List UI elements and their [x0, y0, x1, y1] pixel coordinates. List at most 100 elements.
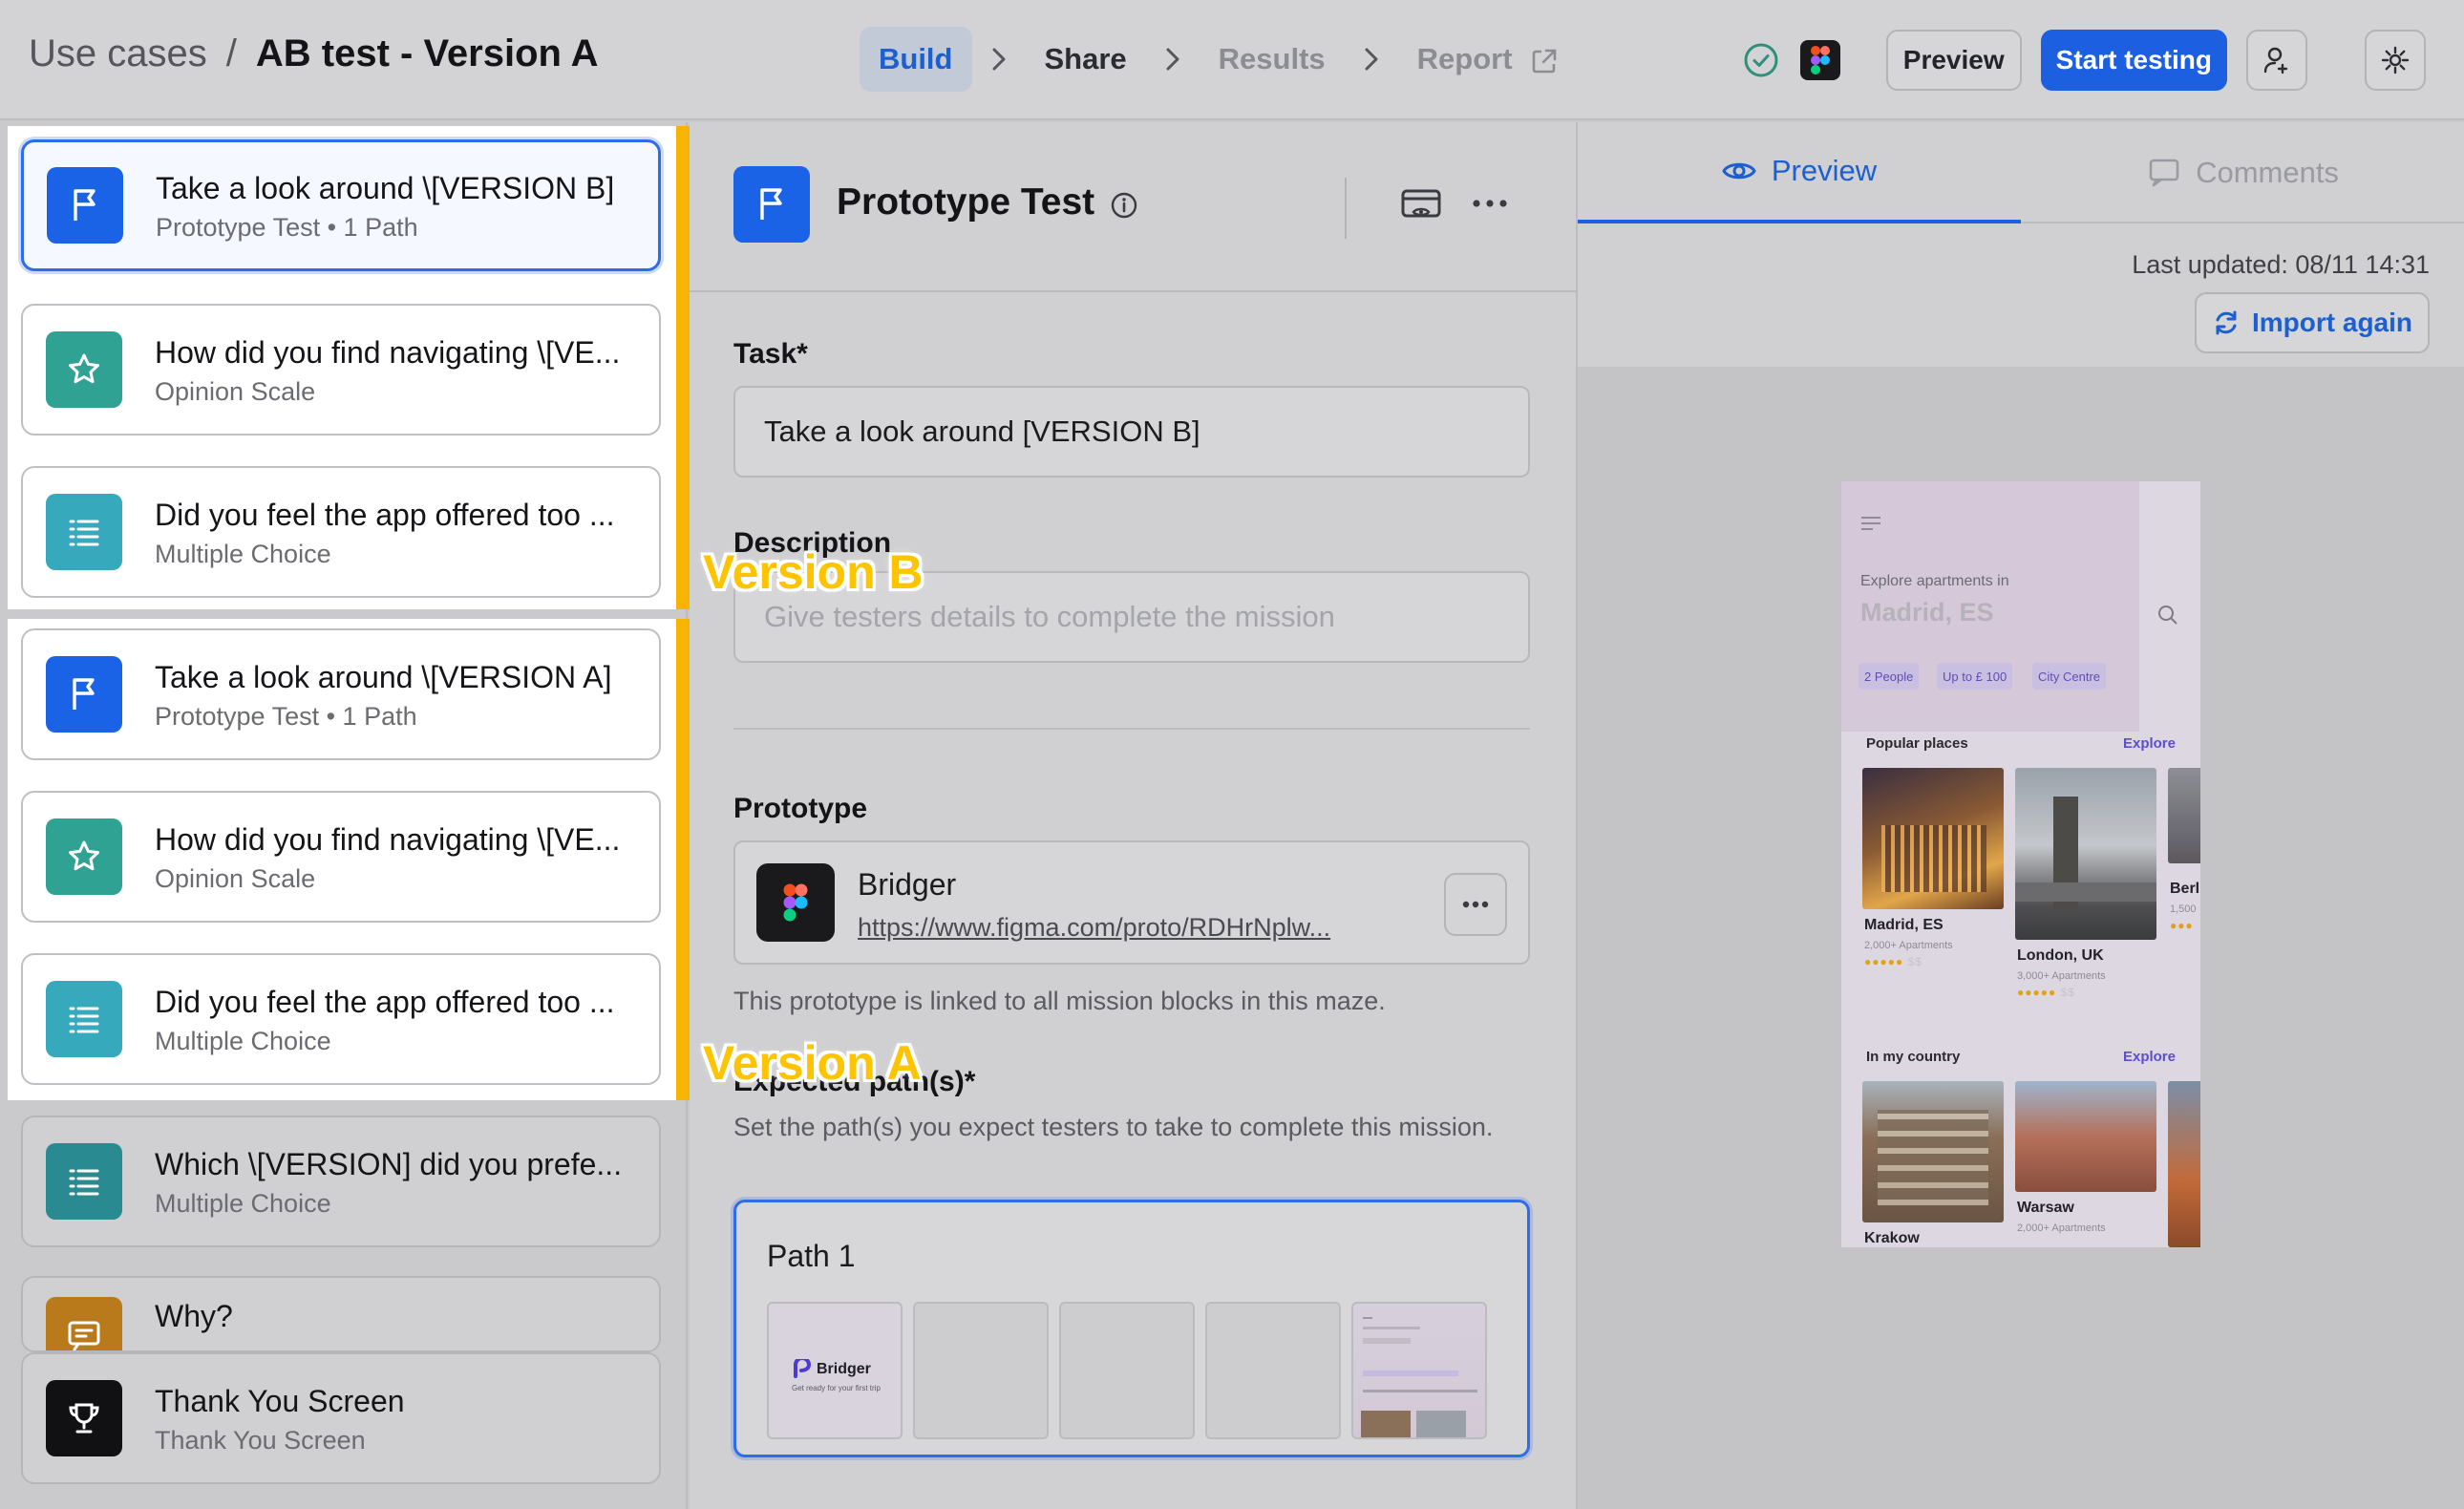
preview-button[interactable]: Preview [1885, 30, 2022, 91]
add-user-button[interactable] [2246, 30, 2307, 91]
prototype-name: Bridger [858, 867, 957, 902]
import-again-label: Import again [2251, 308, 2412, 337]
trophy-icon [46, 1380, 122, 1456]
flag-icon [47, 167, 123, 244]
thumb-tagline: Get ready for your first trip [792, 1384, 881, 1392]
editor-title: Prototype Test [837, 181, 1095, 223]
block-card[interactable]: Which \[VERSION] did you prefe... Multipl… [21, 1116, 661, 1247]
block-card[interactable]: Did you feel the app offered too ... Mult… [21, 466, 661, 598]
block-title: Did you feel the app offered too ... [155, 497, 615, 532]
block-card[interactable]: Did you feel the app offered too ... Mult… [21, 953, 661, 1085]
path-screen-thumbnail[interactable]: Bridger Get ready for your first trip [767, 1302, 903, 1439]
editor-header: Prototype Test [690, 122, 1576, 292]
prototype-screen-preview[interactable]: Explore apartments in Madrid, ES 2 Peopl… [1841, 481, 2200, 1247]
block-card[interactable]: Why? [21, 1276, 661, 1352]
screen-preview-icon[interactable] [1400, 187, 1442, 230]
settings-button[interactable] [2365, 30, 2426, 91]
breadcrumb-current: AB test - Version A [255, 32, 599, 74]
figma-icon[interactable] [1799, 40, 1840, 80]
block-card[interactable]: Thank You Screen Thank You Screen [21, 1352, 661, 1484]
chevron-right-icon [1146, 27, 1200, 92]
block-card[interactable]: How did you find navigating \[VE... Opini… [21, 791, 661, 923]
filter-chip: 2 People [1859, 663, 1920, 690]
list-icon [46, 981, 122, 1057]
step-share[interactable]: Share [1026, 27, 1146, 92]
info-icon[interactable] [1110, 191, 1138, 224]
breadcrumb-separator: / [225, 32, 237, 74]
preview-panel: Preview Comments Last updated: 08/11 14:… [1576, 122, 2464, 1509]
panel-tabs: Preview Comments [1578, 122, 2464, 223]
flag-icon [46, 656, 122, 733]
path-card[interactable]: Path 1 Bridger Get ready for your first … [733, 1200, 1530, 1457]
block-type: Multiple Choice [155, 1026, 331, 1055]
city-title: Madrid, ES [1860, 598, 1994, 627]
more-options-icon[interactable] [1471, 189, 1509, 223]
prototype-url[interactable]: https://www.figma.com/proto/RDHrNplw... [858, 913, 1373, 943]
breadcrumb-parent[interactable]: Use cases [29, 32, 207, 75]
preview-info: Last updated: 08/11 14:31 Import again [1578, 223, 2464, 367]
place-count: 2,000+ Apartments [1864, 940, 1953, 951]
path-screen-placeholder[interactable] [1205, 1302, 1341, 1439]
menu-icon [1363, 1317, 1372, 1319]
version-b-annotation: Version B [703, 545, 924, 599]
refresh-icon [2216, 310, 2237, 335]
step-results[interactable]: Results [1200, 27, 1345, 92]
tab-comments[interactable]: Comments [2021, 122, 2464, 223]
block-title: Why? [155, 1299, 233, 1333]
figma-icon [756, 863, 835, 942]
block-list: Take a look around \[VERSION B] Prototype… [0, 122, 695, 1509]
block-title: Thank You Screen [155, 1383, 405, 1418]
step-report[interactable]: Report [1398, 27, 1579, 92]
path-screen-placeholder[interactable] [1059, 1302, 1195, 1439]
path-screen-thumbnail[interactable] [1351, 1302, 1487, 1439]
task-input[interactable]: Take a look around [VERSION B] [733, 386, 1530, 478]
block-type: Opinion Scale [155, 376, 316, 406]
thumb-chips [1363, 1371, 1458, 1376]
star-icon [46, 331, 122, 408]
chevron-right-icon [1345, 27, 1398, 92]
section-divider [733, 728, 1530, 730]
explore-link: Explore [2122, 1049, 2176, 1065]
block-card[interactable]: Take a look around \[VERSION A] Prototype… [21, 628, 661, 760]
path-screen-placeholder[interactable] [913, 1302, 1049, 1439]
breadcrumb: Use cases / AB test - Version A [29, 32, 598, 75]
tab-preview[interactable]: Preview [1578, 122, 2021, 223]
block-card[interactable]: Take a look around \[VERSION B] Prototype… [21, 139, 661, 271]
thumb-image [1416, 1411, 1466, 1437]
prototype-more-button[interactable] [1444, 873, 1507, 936]
thumb-line [1363, 1327, 1420, 1329]
madrid-photo [1862, 768, 2004, 909]
step-report-label: Report [1416, 42, 1513, 75]
filter-chip: City Centre [2032, 663, 2107, 690]
place-name: Warsaw [2017, 1200, 2074, 1216]
tab-comments-label: Comments [2196, 156, 2339, 189]
place-count: 2,000+ Apartments [2017, 1222, 2106, 1234]
place-count: 1,500 [2170, 903, 2197, 915]
chevron-right-icon [972, 27, 1026, 92]
step-build[interactable]: Build [860, 27, 972, 92]
import-again-button[interactable]: Import again [2194, 292, 2430, 353]
list-icon [46, 494, 122, 570]
block-type: Prototype Test • 1 Path [156, 212, 418, 242]
prototype-card: Bridger https://www.figma.com/proto/RDHr… [733, 840, 1530, 965]
toolbar: Preview Start testing [1741, 29, 2426, 92]
flag-icon [733, 166, 810, 243]
more-options-icon [1462, 901, 1489, 908]
task-label: Task* [733, 338, 808, 370]
top-bar: Use cases / AB test - Version A Build Sh… [0, 0, 2464, 120]
search-icon [2158, 606, 2177, 625]
place-name: Madrid, ES [1864, 917, 1944, 933]
check-circle-icon [1741, 40, 1781, 80]
place-count: 3,000+ Apartments [2017, 970, 2106, 982]
block-type: Multiple Choice [155, 1188, 331, 1218]
block-title: Which \[VERSION] did you prefe... [155, 1146, 623, 1181]
block-type: Opinion Scale [155, 863, 316, 893]
eye-icon [1722, 162, 1756, 180]
block-card[interactable]: How did you find navigating \[VE... Opini… [21, 304, 661, 436]
prototype-note: This prototype is linked to all mission … [733, 987, 1386, 1015]
start-testing-button[interactable]: Start testing [2040, 30, 2227, 91]
berlin-photo [2168, 768, 2200, 863]
photo-detail [1881, 825, 1986, 892]
external-link-icon [1532, 49, 1557, 74]
comment-icon [46, 1297, 122, 1350]
